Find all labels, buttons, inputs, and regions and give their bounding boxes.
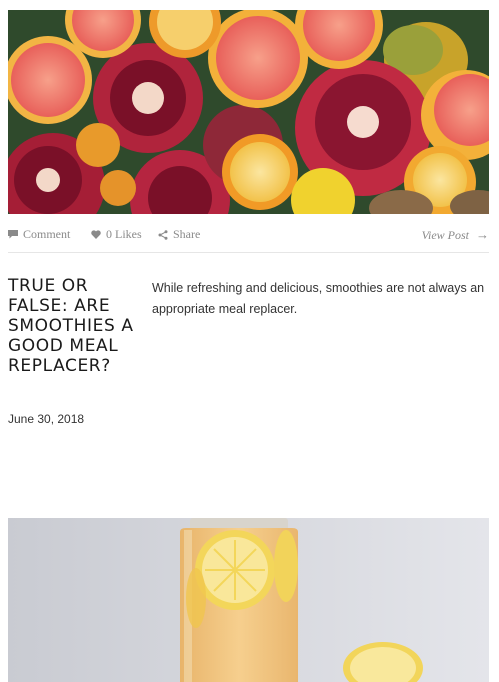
post-featured-image[interactable]: [8, 10, 489, 214]
view-post-link[interactable]: View Post →: [422, 227, 489, 243]
speech-bubble-icon: [8, 230, 18, 239]
likes-button[interactable]: 0 Likes: [91, 227, 142, 242]
comment-label: Comment: [23, 227, 71, 241]
heart-icon: [91, 230, 101, 239]
next-post-featured-image[interactable]: [8, 518, 489, 682]
view-post-label: View Post: [421, 227, 469, 242]
post-title[interactable]: TRUE OR FALSE: ARE SMOOTHIES A GOOD MEAL…: [8, 276, 136, 376]
likes-label: 0 Likes: [106, 227, 142, 241]
fruit-photo: [8, 10, 489, 214]
share-label: Share: [173, 227, 201, 241]
arrow-right-icon: →: [476, 227, 489, 242]
lemon-water-photo: [8, 518, 489, 682]
comment-button[interactable]: Comment: [8, 227, 70, 242]
share-icon: [158, 229, 168, 240]
post-excerpt: While refreshing and delicious, smoothie…: [152, 281, 485, 316]
post-date: June 30, 2018: [8, 412, 85, 426]
post-actions-bar: Comment 0 Likes Share View Post →: [8, 218, 489, 253]
share-button[interactable]: Share: [158, 227, 200, 242]
